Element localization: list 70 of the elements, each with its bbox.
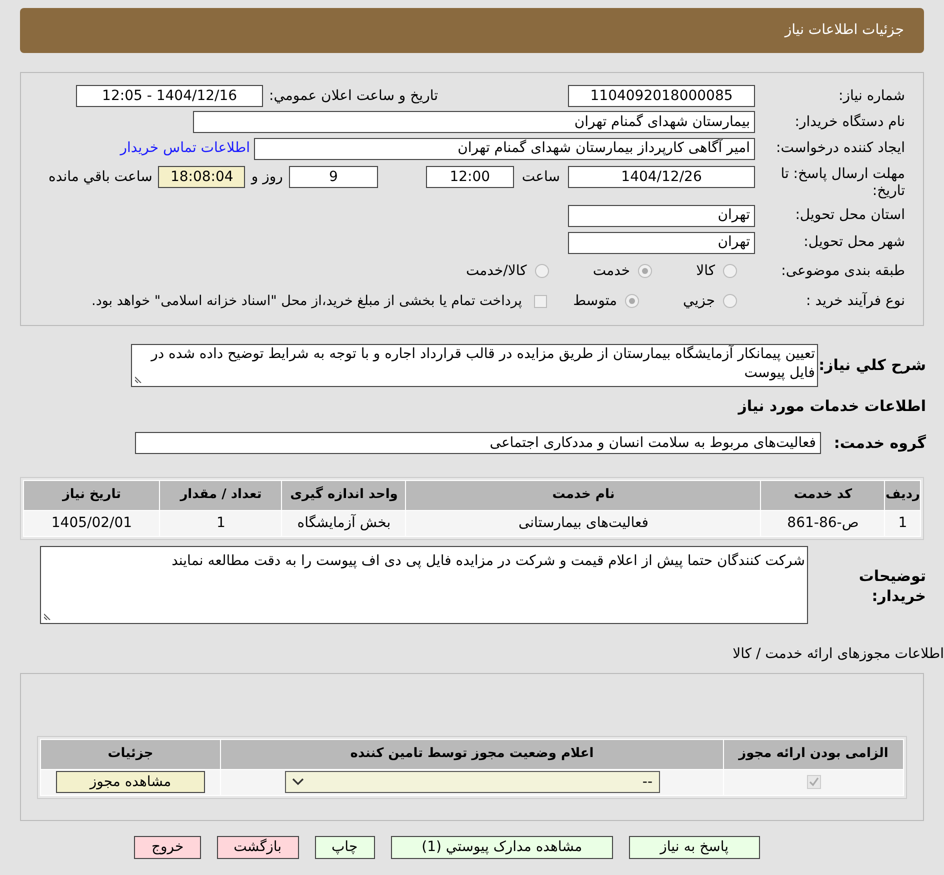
- table-cell: ص-86-861: [760, 510, 885, 536]
- field-label: گروه خدمت:: [832, 433, 926, 454]
- field-label: شماره نیاز:: [838, 86, 905, 106]
- table-cell: بخش آزمایشگاه: [282, 510, 406, 536]
- treasury-note: پرداخت تمام یا بخشی از مبلغ خرید،از محل "اسناد خزانه اسلامی" خواهد بود.: [92, 292, 522, 311]
- text-field[interactable]: تهران: [568, 204, 755, 226]
- description-textarea[interactable]: تعیین پیمانکار آزمایشگاه بیمارستان از طریق مزایده در قالب قرارداد اجاره و با توجه به شرایط توضیح داده شده در فایل پیوست: [131, 344, 818, 387]
- field-label: توضیحات خریدار:: [858, 566, 926, 606]
- field-label: روز و: [251, 168, 283, 187]
- checkbox[interactable]: [806, 774, 820, 789]
- checkbox[interactable]: [534, 294, 548, 308]
- resize-grip-icon[interactable]: [44, 612, 51, 620]
- table-cell: 1: [884, 510, 920, 536]
- field-label: ایجاد کننده درخواست:: [775, 139, 905, 158]
- radio-button[interactable]: [723, 294, 737, 308]
- radio-label: جزيي: [683, 292, 715, 310]
- field-label: تاریخ و ساعت اعلان عمومي:: [269, 86, 438, 106]
- column-header: کد خدمت: [760, 480, 885, 510]
- chevron-down-icon: [292, 778, 304, 786]
- column-header: الزامی بودن ارائه مجوز: [724, 739, 904, 769]
- countdown-field[interactable]: 18:08:04: [158, 166, 246, 188]
- text-field[interactable]: فعالیت‌های مربوط به سلامت انسان و مددکاری اجتماعی: [135, 432, 821, 454]
- column-header: تعداد / مقدار: [160, 480, 282, 510]
- column-header: جزئیات: [40, 739, 220, 769]
- notes-textarea[interactable]: شرکت کنندگان حتما پیش از اعلام قیمت و شرکت در مزایده فایل پی دی اف پیوست را به دقت مطالعه نمایند: [40, 546, 808, 624]
- radio-label: متوسط: [573, 292, 618, 310]
- contact-link[interactable]: اطلاعات تماس خریدار: [120, 138, 250, 159]
- field-label: شهر محل تحویل:: [802, 233, 905, 252]
- radio-label: کالا: [696, 262, 715, 280]
- field-label: ساعت: [522, 168, 560, 187]
- section-heading: اطلاعات خدمات مورد نیاز: [738, 397, 926, 415]
- page-title: جزئیات اطلاعات نیاز: [784, 21, 904, 40]
- field-label: مهلت ارسال پاسخ: تا تاریخ:: [780, 166, 905, 200]
- table-cell: فعالیت‌های بیمارستانی: [406, 510, 761, 536]
- radio-button[interactable]: [723, 264, 737, 278]
- field-label: استان محل تحویل:: [794, 206, 905, 225]
- table-cell: 1405/02/01: [24, 510, 160, 536]
- column-header: نام خدمت: [406, 480, 761, 510]
- column-header: تاریخ نیاز: [24, 480, 160, 510]
- status-dropdown[interactable]: --: [284, 771, 660, 793]
- field-label: طبقه بندی موضوعی:: [780, 262, 905, 280]
- radio-button[interactable]: [534, 264, 549, 278]
- radio-button[interactable]: [638, 264, 652, 278]
- field-label: نام دستگاه خریدار:: [794, 112, 905, 132]
- radio-button[interactable]: [625, 294, 640, 308]
- field-label: شرح کلي نیاز:: [818, 355, 926, 376]
- text-field[interactable]: تهران: [568, 232, 755, 254]
- section-heading: اطلاعات مجوزهای ارائه خدمت / کالا: [732, 646, 944, 662]
- radio-label: خدمت: [592, 262, 630, 280]
- text-field[interactable]: بیمارستان شهدای گمنام تهران: [193, 111, 755, 133]
- action-button[interactable]: چاپ: [314, 836, 375, 858]
- column-header: اعلام وضعیت مجوز توسط تامین کننده: [220, 739, 724, 769]
- text-field[interactable]: 12:00: [426, 166, 514, 188]
- table-cell: 1: [160, 510, 282, 536]
- text-field[interactable]: 9: [288, 166, 378, 188]
- text-field[interactable]: 1404/12/26: [568, 166, 755, 188]
- field-label: نوع فرآیند خرید :: [805, 291, 905, 310]
- resize-grip-icon[interactable]: [135, 376, 142, 383]
- column-header: واحد اندازه گیری: [282, 480, 406, 510]
- view-permit-button[interactable]: مشاهده مجوز: [56, 771, 205, 793]
- action-button[interactable]: بازگشت: [216, 836, 298, 858]
- action-button[interactable]: مشاهده مدارک پیوستي (1): [390, 836, 614, 858]
- text-field[interactable]: 1104092018000085: [568, 85, 755, 107]
- action-button[interactable]: خروج: [134, 836, 201, 858]
- text-field[interactable]: 1404/12/16 - 12:05: [76, 85, 264, 107]
- radio-label: کالا/خدمت: [466, 262, 527, 280]
- action-button[interactable]: پاسخ به نیاز: [629, 836, 760, 858]
- text-field[interactable]: امیر آگاهی کارپرداز بیمارستان شهدای گمنام تهران: [254, 138, 755, 160]
- field-label: ساعت باقي مانده: [48, 168, 152, 187]
- column-header: ردیف: [884, 480, 920, 510]
